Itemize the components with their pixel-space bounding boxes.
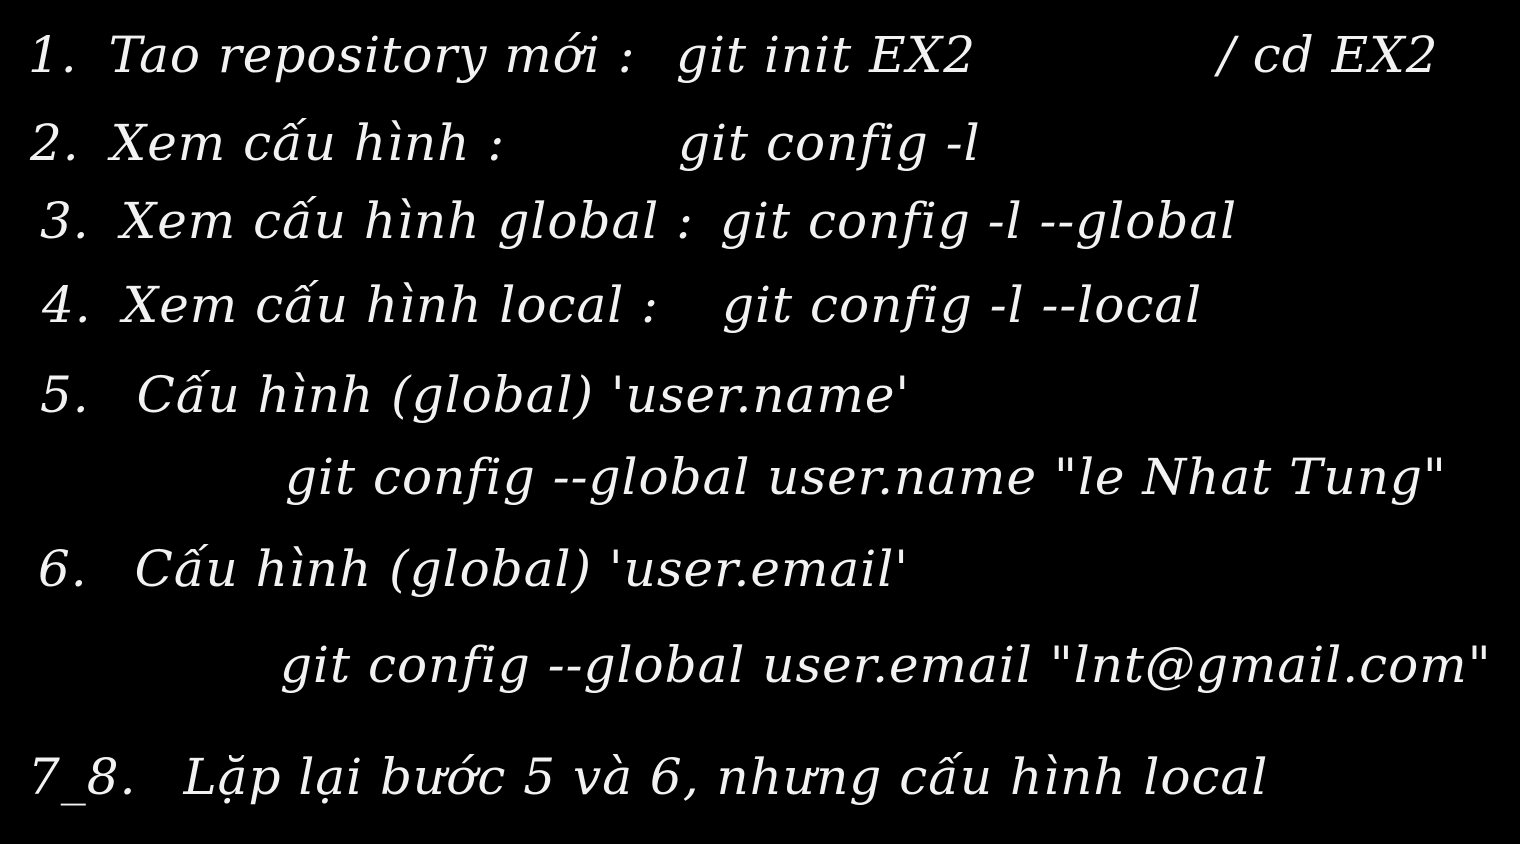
step-3: 3. Xem cấu hình global : git config -l -… <box>40 196 1500 256</box>
step-number: 4. <box>42 276 92 334</box>
step-label: Xem cấu hình : <box>110 114 506 172</box>
step-number: 7_8. <box>28 748 137 806</box>
step-5: 5. Cấu hình (global) 'user.name' <box>40 370 1500 430</box>
step-label: Cấu hình (global) 'user.email' <box>134 540 909 598</box>
step-label: Tao repository mới : <box>108 26 636 84</box>
step-label: Xem cấu hình local : <box>122 276 659 334</box>
step-2: 2. Xem cấu hình : git config -l <box>30 118 1500 178</box>
step-number: 6. <box>38 540 88 598</box>
step-number: 3. <box>40 192 90 250</box>
step-number: 2. <box>30 114 80 172</box>
step-command: git init EX2 <box>676 26 977 84</box>
step-number: 1. <box>28 26 78 84</box>
step-command: git config -l --local <box>722 276 1203 334</box>
step-5-command: git config --global user.name "le Nhat T… <box>285 448 1447 506</box>
step-1: 1. Tao repository mới : git init EX2 / c… <box>28 30 1498 90</box>
step-6: 6. Cấu hình (global) 'user.email' <box>38 544 1498 604</box>
step-6-command: git config --global user.email "lnt@gmai… <box>280 636 1492 694</box>
step-extra-command: / cd EX2 <box>1218 26 1439 84</box>
step-label: Xem cấu hình global : <box>120 192 694 250</box>
step-label: Cấu hình (global) 'user.name' <box>136 366 911 424</box>
step-number: 5. <box>40 366 90 424</box>
step-command: git config -l --global <box>720 192 1238 250</box>
step-label: Lặp lại bước 5 và 6, nhưng cấu hình loca… <box>183 748 1269 806</box>
step-command: git config -l <box>678 114 981 172</box>
blackboard: 1. Tao repository mới : git init EX2 / c… <box>0 0 1520 844</box>
step-4: 4. Xem cấu hình local : git config -l --… <box>42 280 1502 340</box>
step-7-8: 7_8. Lặp lại bước 5 và 6, nhưng cấu hình… <box>28 752 1498 812</box>
